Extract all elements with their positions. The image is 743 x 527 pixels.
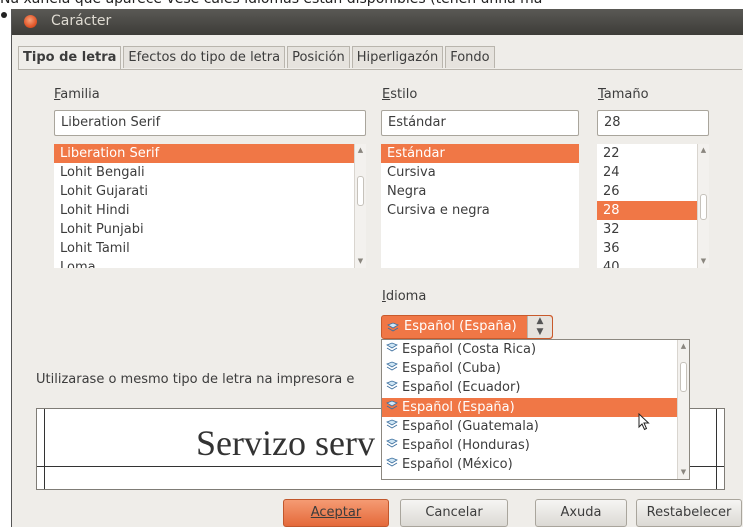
list-item[interactable]: 36 (597, 239, 709, 258)
preview-text: Servizo serv (196, 423, 375, 463)
language-scrollbar[interactable]: ▲ ▼ (677, 340, 689, 479)
close-icon[interactable] (24, 15, 37, 28)
scroll-down-icon[interactable]: ▼ (700, 258, 707, 265)
list-item[interactable]: 28 (597, 201, 709, 220)
list-item[interactable]: 40 (597, 258, 709, 268)
scroll-up-icon[interactable]: ▲ (680, 343, 687, 350)
ok-button[interactable]: Aceptar (283, 499, 389, 527)
mnemonic-label: Idioma (382, 289, 427, 304)
mnemonic-label: Estilo (382, 87, 418, 102)
language-option-label: Español (Cuba) (402, 361, 501, 377)
family-list[interactable]: Liberation Serif Lohit Bengali Lohit Gujar… (54, 144, 366, 268)
list-item[interactable]: Lohit Bengali (54, 163, 366, 182)
cancel-button[interactable]: Cancelar (400, 499, 508, 527)
info-text: Utilizarase o mesmo tipo de letra na imp… (36, 372, 355, 387)
language-option-label: Español (Guatemala) (402, 418, 539, 434)
list-item[interactable]: Cursiva (381, 163, 579, 182)
scroll-up-icon[interactable]: ▲ (357, 147, 364, 154)
window-title: Carácter (51, 13, 112, 29)
language-option[interactable]: Español (Cuba) (382, 359, 689, 378)
language-option-label: Español (Ecuador) (402, 380, 521, 396)
list-item[interactable]: Estándar (381, 144, 579, 163)
size-input[interactable]: 28 (597, 110, 709, 136)
character-dialog: Carácter Tipo de letra Efectos do tipo de… (11, 9, 743, 527)
tab-2[interactable]: Posición (287, 46, 350, 68)
ok-button-label: Aceptar (310, 505, 362, 520)
reset-button[interactable]: Restabelecer (636, 499, 742, 527)
list-item[interactable]: 32 (597, 220, 709, 239)
family-input[interactable]: Liberation Serif (54, 110, 366, 136)
flag-icon (386, 419, 402, 434)
flag-icon (386, 342, 402, 357)
flag-icon (386, 380, 402, 395)
size-label: Tamaño (598, 87, 649, 102)
scroll-thumb[interactable] (357, 176, 364, 206)
language-label: Idioma (382, 289, 426, 304)
language-select-value: Español (España) (404, 319, 517, 334)
size-scrollbar[interactable]: ▲ ▼ (697, 144, 709, 268)
titlebar: Carácter (12, 9, 743, 35)
language-option[interactable]: Español (Honduras) (382, 436, 689, 455)
list-item[interactable]: Lohit Hindi (54, 201, 366, 220)
flag-icon (386, 361, 402, 376)
tab-3[interactable]: Hiperligazón (351, 46, 444, 68)
list-item[interactable]: Lohit Punjabi (54, 220, 366, 239)
style-input[interactable]: Estándar (381, 110, 579, 136)
language-option[interactable]: Español (México) (382, 455, 689, 474)
list-item[interactable]: Liberation Serif (54, 144, 366, 163)
mnemonic-label: Familia (54, 87, 100, 102)
tab-0[interactable]: Tipo de letra (18, 46, 122, 70)
language-option-label: Español (España) (402, 399, 515, 415)
list-item[interactable]: 22 (597, 144, 709, 163)
list-item[interactable]: Loma (54, 258, 366, 268)
preview-margin-left (44, 409, 45, 489)
flag-icon (387, 322, 399, 337)
language-option-label: Español (Costa Rica) (402, 342, 537, 357)
tab-bar: Tipo de letra Efectos do tipo de letra Pos… (18, 46, 497, 70)
scroll-up-icon[interactable]: ▲ (700, 147, 707, 154)
scroll-down-icon[interactable]: ▼ (680, 469, 687, 476)
reset-button-label: Restabelecer (646, 505, 732, 520)
bullet-icon (1, 12, 7, 18)
list-item[interactable]: 24 (597, 163, 709, 182)
language-option[interactable]: Español (Costa Rica) (382, 340, 689, 359)
list-item[interactable]: Cursiva e negra (381, 201, 579, 220)
list-item[interactable]: Lohit Gujarati (54, 182, 366, 201)
flag-icon (386, 438, 402, 453)
scroll-thumb[interactable] (700, 194, 707, 220)
chevron-updown-icon[interactable]: ▲ ▼ (527, 316, 552, 338)
language-dropdown-list[interactable]: Español (Costa Rica) Español (Cuba) Españo… (381, 339, 690, 480)
mouse-pointer-icon (638, 413, 650, 431)
family-scrollbar[interactable]: ▲ ▼ (354, 144, 366, 268)
scroll-down-icon[interactable]: ▼ (357, 258, 364, 265)
list-item[interactable]: 26 (597, 182, 709, 201)
preview-margin-right (716, 409, 717, 489)
tab-divider (18, 69, 742, 70)
flag-icon (386, 400, 402, 415)
style-list[interactable]: Estándar Cursiva Negra Cursiva e negra (381, 144, 579, 268)
mnemonic-label: Tamaño (598, 87, 649, 102)
tab-1[interactable]: Efectos do tipo de letra (123, 46, 286, 68)
language-select[interactable]: Español (España) ▲ ▼ (381, 315, 553, 339)
scroll-thumb[interactable] (680, 362, 687, 392)
style-label: Estilo (382, 87, 417, 102)
page-caption: Na xanela que aparece vese cales idiomas… (0, 0, 743, 9)
language-option-label: Español (Honduras) (402, 437, 530, 453)
family-label: Familia (54, 87, 100, 102)
tab-4[interactable]: Fondo (445, 46, 495, 68)
language-option[interactable]: Español (Ecuador) (382, 378, 689, 397)
help-button[interactable]: Axuda (535, 499, 627, 527)
flag-icon (386, 457, 402, 472)
help-button-label: Axuda (560, 505, 602, 520)
size-list[interactable]: 22 24 26 28 32 36 40 ▲ ▼ (597, 144, 709, 268)
cancel-button-label: Cancelar (425, 505, 483, 520)
list-item[interactable]: Lohit Tamil (54, 239, 366, 258)
list-item[interactable]: Negra (381, 182, 579, 201)
language-option-label: Español (México) (402, 457, 513, 473)
